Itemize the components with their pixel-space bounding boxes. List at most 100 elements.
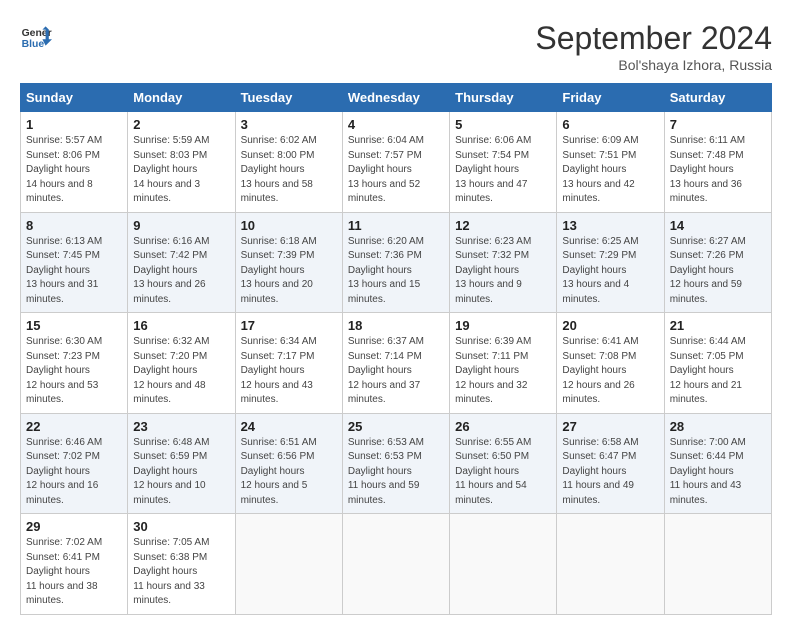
calendar-cell: 9 Sunrise: 6:16 AM Sunset: 7:42 PM Dayli… bbox=[128, 212, 235, 313]
day-number: 6 bbox=[562, 117, 658, 132]
calendar-cell: 28 Sunrise: 7:00 AM Sunset: 6:44 PM Dayl… bbox=[664, 413, 771, 514]
day-number: 23 bbox=[133, 419, 229, 434]
day-detail: Sunrise: 6:04 AM Sunset: 7:57 PM Dayligh… bbox=[348, 134, 444, 207]
day-number: 2 bbox=[133, 117, 229, 132]
title-block: September 2024 Bol'shaya Izhora, Russia bbox=[535, 20, 772, 73]
day-number: 10 bbox=[241, 218, 337, 233]
calendar-cell: 5 Sunrise: 6:06 AM Sunset: 7:54 PM Dayli… bbox=[450, 112, 557, 213]
calendar-cell bbox=[664, 514, 771, 615]
weekday-header-friday: Friday bbox=[557, 84, 664, 112]
day-number: 20 bbox=[562, 318, 658, 333]
calendar-cell: 7 Sunrise: 6:11 AM Sunset: 7:48 PM Dayli… bbox=[664, 112, 771, 213]
weekday-header-saturday: Saturday bbox=[664, 84, 771, 112]
day-number: 5 bbox=[455, 117, 551, 132]
calendar-cell: 22 Sunrise: 6:46 AM Sunset: 7:02 PM Dayl… bbox=[21, 413, 128, 514]
day-detail: Sunrise: 6:58 AM Sunset: 6:47 PM Dayligh… bbox=[562, 436, 658, 509]
day-detail: Sunrise: 7:02 AM Sunset: 6:41 PM Dayligh… bbox=[26, 536, 122, 609]
day-number: 17 bbox=[241, 318, 337, 333]
day-detail: Sunrise: 6:16 AM Sunset: 7:42 PM Dayligh… bbox=[133, 235, 229, 308]
day-number: 3 bbox=[241, 117, 337, 132]
day-number: 9 bbox=[133, 218, 229, 233]
day-number: 25 bbox=[348, 419, 444, 434]
day-number: 7 bbox=[670, 117, 766, 132]
calendar-cell: 30 Sunrise: 7:05 AM Sunset: 6:38 PM Dayl… bbox=[128, 514, 235, 615]
calendar-cell: 3 Sunrise: 6:02 AM Sunset: 8:00 PM Dayli… bbox=[235, 112, 342, 213]
day-number: 18 bbox=[348, 318, 444, 333]
day-number: 28 bbox=[670, 419, 766, 434]
day-number: 15 bbox=[26, 318, 122, 333]
day-number: 4 bbox=[348, 117, 444, 132]
day-number: 21 bbox=[670, 318, 766, 333]
calendar-cell: 29 Sunrise: 7:02 AM Sunset: 6:41 PM Dayl… bbox=[21, 514, 128, 615]
calendar-cell: 10 Sunrise: 6:18 AM Sunset: 7:39 PM Dayl… bbox=[235, 212, 342, 313]
calendar-cell: 19 Sunrise: 6:39 AM Sunset: 7:11 PM Dayl… bbox=[450, 313, 557, 414]
day-detail: Sunrise: 6:34 AM Sunset: 7:17 PM Dayligh… bbox=[241, 335, 337, 408]
day-detail: Sunrise: 5:57 AM Sunset: 8:06 PM Dayligh… bbox=[26, 134, 122, 207]
day-detail: Sunrise: 6:48 AM Sunset: 6:59 PM Dayligh… bbox=[133, 436, 229, 509]
day-detail: Sunrise: 6:18 AM Sunset: 7:39 PM Dayligh… bbox=[241, 235, 337, 308]
calendar-cell: 17 Sunrise: 6:34 AM Sunset: 7:17 PM Dayl… bbox=[235, 313, 342, 414]
day-detail: Sunrise: 6:32 AM Sunset: 7:20 PM Dayligh… bbox=[133, 335, 229, 408]
day-detail: Sunrise: 6:53 AM Sunset: 6:53 PM Dayligh… bbox=[348, 436, 444, 509]
calendar-cell: 27 Sunrise: 6:58 AM Sunset: 6:47 PM Dayl… bbox=[557, 413, 664, 514]
day-detail: Sunrise: 6:51 AM Sunset: 6:56 PM Dayligh… bbox=[241, 436, 337, 509]
calendar-cell: 25 Sunrise: 6:53 AM Sunset: 6:53 PM Dayl… bbox=[342, 413, 449, 514]
logo-icon: General Blue bbox=[20, 20, 52, 52]
day-number: 27 bbox=[562, 419, 658, 434]
weekday-header-wednesday: Wednesday bbox=[342, 84, 449, 112]
calendar-cell: 1 Sunrise: 5:57 AM Sunset: 8:06 PM Dayli… bbox=[21, 112, 128, 213]
day-number: 19 bbox=[455, 318, 551, 333]
calendar-cell: 4 Sunrise: 6:04 AM Sunset: 7:57 PM Dayli… bbox=[342, 112, 449, 213]
day-number: 11 bbox=[348, 218, 444, 233]
logo: General Blue bbox=[20, 20, 52, 52]
calendar-cell bbox=[342, 514, 449, 615]
day-number: 16 bbox=[133, 318, 229, 333]
calendar-cell: 16 Sunrise: 6:32 AM Sunset: 7:20 PM Dayl… bbox=[128, 313, 235, 414]
calendar-cell: 18 Sunrise: 6:37 AM Sunset: 7:14 PM Dayl… bbox=[342, 313, 449, 414]
month-title: September 2024 bbox=[535, 20, 772, 57]
day-detail: Sunrise: 6:06 AM Sunset: 7:54 PM Dayligh… bbox=[455, 134, 551, 207]
day-detail: Sunrise: 6:37 AM Sunset: 7:14 PM Dayligh… bbox=[348, 335, 444, 408]
day-detail: Sunrise: 6:46 AM Sunset: 7:02 PM Dayligh… bbox=[26, 436, 122, 509]
calendar-cell: 11 Sunrise: 6:20 AM Sunset: 7:36 PM Dayl… bbox=[342, 212, 449, 313]
day-detail: Sunrise: 6:11 AM Sunset: 7:48 PM Dayligh… bbox=[670, 134, 766, 207]
calendar-cell: 20 Sunrise: 6:41 AM Sunset: 7:08 PM Dayl… bbox=[557, 313, 664, 414]
calendar-cell: 24 Sunrise: 6:51 AM Sunset: 6:56 PM Dayl… bbox=[235, 413, 342, 514]
calendar-cell bbox=[557, 514, 664, 615]
svg-text:Blue: Blue bbox=[22, 39, 45, 50]
day-number: 13 bbox=[562, 218, 658, 233]
day-detail: Sunrise: 6:20 AM Sunset: 7:36 PM Dayligh… bbox=[348, 235, 444, 308]
calendar-cell bbox=[235, 514, 342, 615]
calendar-cell: 6 Sunrise: 6:09 AM Sunset: 7:51 PM Dayli… bbox=[557, 112, 664, 213]
day-number: 29 bbox=[26, 519, 122, 534]
day-number: 1 bbox=[26, 117, 122, 132]
page-header: General Blue September 2024 Bol'shaya Iz… bbox=[20, 20, 772, 73]
day-detail: Sunrise: 6:09 AM Sunset: 7:51 PM Dayligh… bbox=[562, 134, 658, 207]
day-number: 8 bbox=[26, 218, 122, 233]
day-detail: Sunrise: 6:23 AM Sunset: 7:32 PM Dayligh… bbox=[455, 235, 551, 308]
day-detail: Sunrise: 5:59 AM Sunset: 8:03 PM Dayligh… bbox=[133, 134, 229, 207]
weekday-header-sunday: Sunday bbox=[21, 84, 128, 112]
day-number: 30 bbox=[133, 519, 229, 534]
weekday-header-monday: Monday bbox=[128, 84, 235, 112]
calendar-cell: 8 Sunrise: 6:13 AM Sunset: 7:45 PM Dayli… bbox=[21, 212, 128, 313]
calendar-week-row: 29 Sunrise: 7:02 AM Sunset: 6:41 PM Dayl… bbox=[21, 514, 772, 615]
weekday-header-thursday: Thursday bbox=[450, 84, 557, 112]
calendar-week-row: 1 Sunrise: 5:57 AM Sunset: 8:06 PM Dayli… bbox=[21, 112, 772, 213]
calendar-cell bbox=[450, 514, 557, 615]
calendar-cell: 26 Sunrise: 6:55 AM Sunset: 6:50 PM Dayl… bbox=[450, 413, 557, 514]
calendar-week-row: 22 Sunrise: 6:46 AM Sunset: 7:02 PM Dayl… bbox=[21, 413, 772, 514]
day-detail: Sunrise: 7:00 AM Sunset: 6:44 PM Dayligh… bbox=[670, 436, 766, 509]
weekday-header-row: SundayMondayTuesdayWednesdayThursdayFrid… bbox=[21, 84, 772, 112]
day-detail: Sunrise: 6:30 AM Sunset: 7:23 PM Dayligh… bbox=[26, 335, 122, 408]
day-number: 24 bbox=[241, 419, 337, 434]
calendar-cell: 14 Sunrise: 6:27 AM Sunset: 7:26 PM Dayl… bbox=[664, 212, 771, 313]
day-detail: Sunrise: 6:39 AM Sunset: 7:11 PM Dayligh… bbox=[455, 335, 551, 408]
day-number: 14 bbox=[670, 218, 766, 233]
calendar-cell: 23 Sunrise: 6:48 AM Sunset: 6:59 PM Dayl… bbox=[128, 413, 235, 514]
calendar-week-row: 15 Sunrise: 6:30 AM Sunset: 7:23 PM Dayl… bbox=[21, 313, 772, 414]
day-detail: Sunrise: 6:44 AM Sunset: 7:05 PM Dayligh… bbox=[670, 335, 766, 408]
day-number: 26 bbox=[455, 419, 551, 434]
day-detail: Sunrise: 6:55 AM Sunset: 6:50 PM Dayligh… bbox=[455, 436, 551, 509]
calendar-cell: 15 Sunrise: 6:30 AM Sunset: 7:23 PM Dayl… bbox=[21, 313, 128, 414]
